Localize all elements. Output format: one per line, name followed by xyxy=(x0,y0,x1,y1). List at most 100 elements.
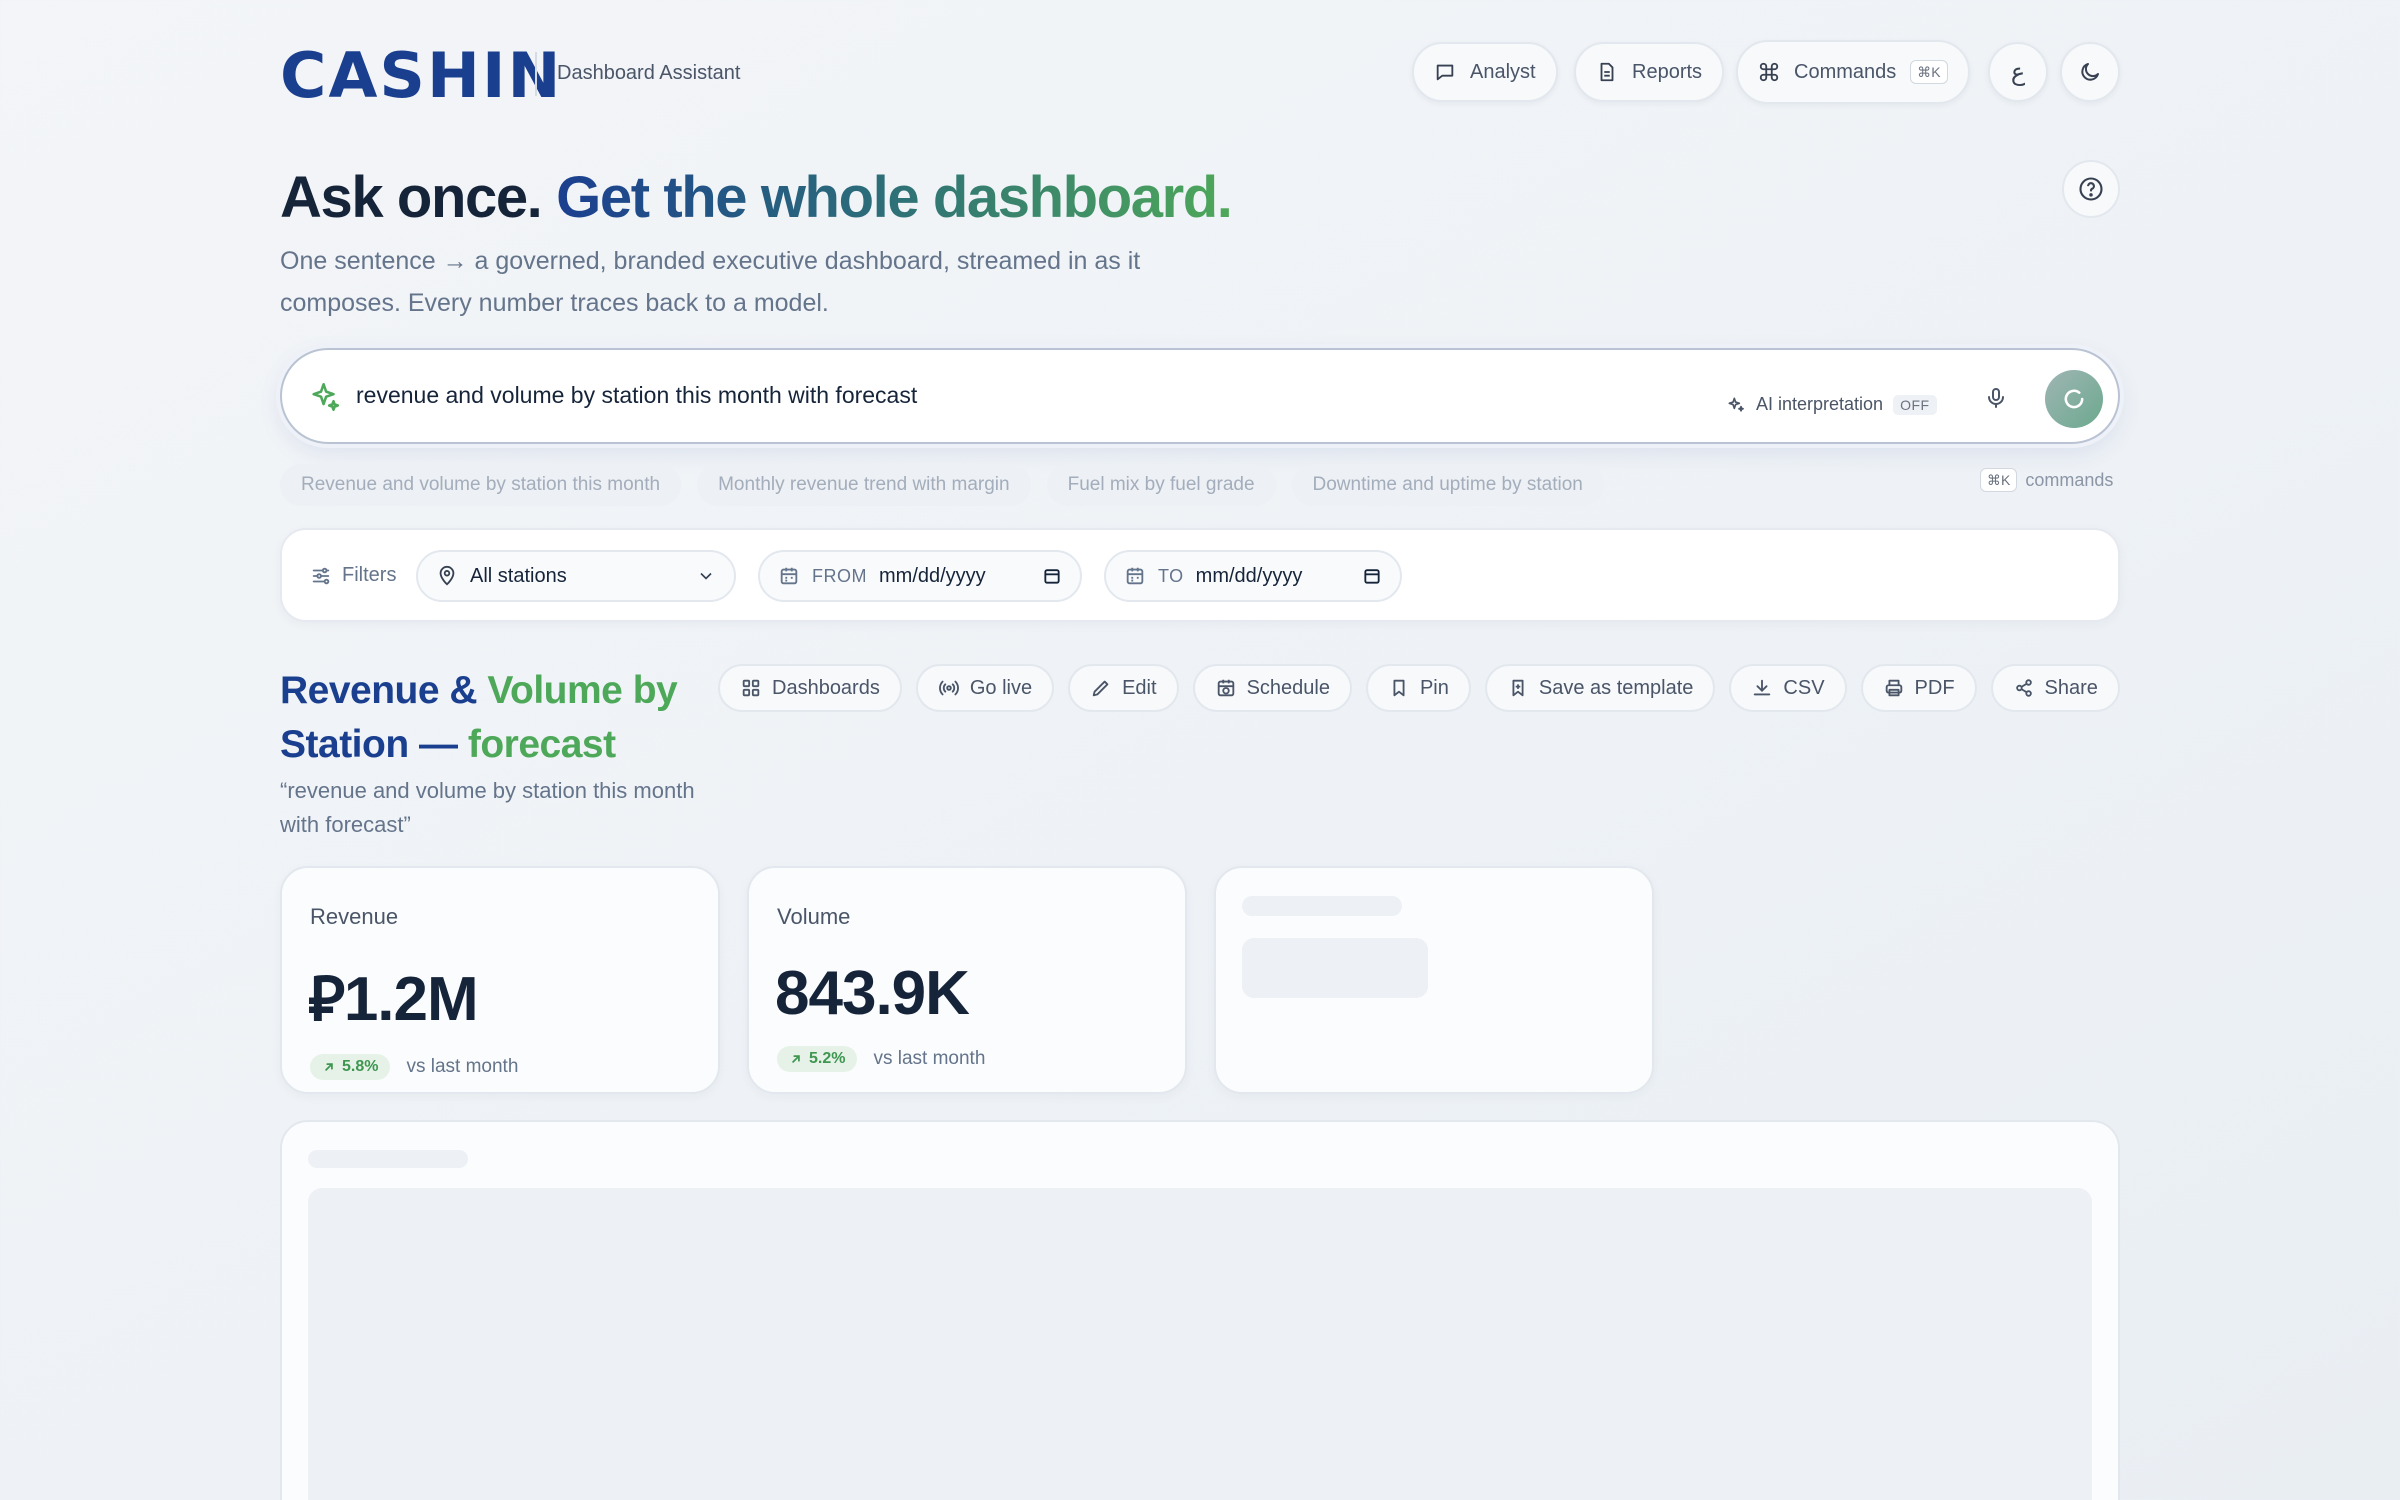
location-pin-icon xyxy=(436,565,458,587)
to-date-field[interactable]: TO mm/dd/yyyy xyxy=(1104,550,1402,602)
trend-compare: vs last month xyxy=(873,1048,986,1069)
trend-value: 5.2% xyxy=(809,1050,846,1067)
kpi-card-loading xyxy=(1214,866,1654,1094)
language-button[interactable]: ع xyxy=(1988,42,2048,102)
dashboard-query-quote: “revenue and volume by station this mont… xyxy=(280,778,695,837)
dashboard-title-a: Revenue & xyxy=(280,669,488,712)
logo-divider xyxy=(535,52,537,96)
pin-label: Pin xyxy=(1419,676,1449,699)
dashboard-actions: Dashboards Go live Edit Schedule Pin Sav… xyxy=(718,664,2120,712)
kpi-label: Volume xyxy=(777,904,851,929)
csv-label: CSV xyxy=(1783,676,1825,699)
csv-button[interactable]: CSV xyxy=(1729,664,1847,712)
dashboards-button[interactable]: Dashboards xyxy=(718,664,902,712)
chevron-down-icon xyxy=(696,566,716,586)
commands-hint-label: commands xyxy=(2025,469,2114,490)
kpi-trend: 5.8% vs last month xyxy=(310,1054,518,1080)
share-button[interactable]: Share xyxy=(1990,664,2120,712)
kpi-trend: 5.2% vs last month xyxy=(777,1046,985,1072)
submit-button[interactable] xyxy=(2045,370,2103,428)
dashboard-title-b: Volume by xyxy=(487,669,678,712)
analyst-button[interactable]: Analyst xyxy=(1412,42,1558,102)
kpi-value: ⃁1.2M xyxy=(308,965,479,1034)
station-select[interactable]: All stations xyxy=(416,550,736,602)
dashboard-title-d: forecast xyxy=(467,723,616,766)
theme-toggle[interactable] xyxy=(2060,42,2120,102)
calendar-icon xyxy=(1124,565,1146,587)
edit-button[interactable]: Edit xyxy=(1068,664,1179,712)
pdf-label: PDF xyxy=(1914,676,1955,699)
broadcast-icon xyxy=(938,677,960,699)
date-picker-icon[interactable] xyxy=(1042,566,1062,586)
chat-icon xyxy=(1434,61,1456,83)
edit-label: Edit xyxy=(1122,676,1157,699)
suggestion-chips: Revenue and volume by station this month… xyxy=(280,464,1604,506)
from-label: FROM xyxy=(812,565,867,586)
arrow-up-right-icon xyxy=(322,1060,336,1074)
calendar-clock-icon xyxy=(1215,677,1237,699)
filters-text: Filters xyxy=(342,564,397,586)
help-button[interactable] xyxy=(2062,160,2120,218)
go-live-label: Go live xyxy=(969,676,1033,699)
question-icon xyxy=(2077,175,2105,203)
share-icon xyxy=(2013,677,2035,699)
printer-icon xyxy=(1883,677,1905,699)
document-icon xyxy=(1596,61,1618,83)
commands-shortcut: ⌘K xyxy=(1910,60,1948,84)
kpi-card-revenue[interactable]: Revenue ⃁1.2M 5.8% vs last month xyxy=(280,866,720,1094)
ai-interpretation-toggle[interactable]: AI interpretation OFF xyxy=(1726,394,1937,415)
commands-hint: ⌘K commands xyxy=(1980,468,2113,492)
kpi-label: Revenue xyxy=(310,904,399,929)
save-template-button[interactable]: Save as template xyxy=(1484,664,1716,712)
ai-state-badge: OFF xyxy=(1893,394,1937,415)
suggestion-chip[interactable]: Revenue and volume by station this month xyxy=(280,464,682,506)
suggestion-chip[interactable]: Fuel mix by fuel grade xyxy=(1046,464,1276,506)
filter-bar: Filters All stations FROM mm/dd/yyyy TO … xyxy=(280,528,2120,622)
app: CASHIN Dashboard Assistant Analyst Repor… xyxy=(280,0,2120,1500)
chart-card-loading xyxy=(280,1120,2120,1500)
go-live-button[interactable]: Go live xyxy=(915,664,1055,712)
suggestion-chip[interactable]: Monthly revenue trend with margin xyxy=(697,464,1031,506)
pin-button[interactable]: Pin xyxy=(1365,664,1471,712)
arrow-up-right-icon xyxy=(789,1052,803,1066)
hero-title-part1: Ask once. xyxy=(280,165,543,230)
to-date-value: mm/dd/yyyy xyxy=(1195,564,1303,587)
reports-label: Reports xyxy=(1632,60,1703,83)
from-date-field[interactable]: FROM mm/dd/yyyy xyxy=(758,550,1082,602)
loading-spinner-icon xyxy=(2060,385,2088,413)
kpi-card-volume[interactable]: Volume 843.9K 5.2% vs last month xyxy=(747,866,1187,1094)
trend-badge: 5.8% xyxy=(310,1054,391,1080)
hero-title: Ask once. Get the whole dashboard. xyxy=(280,162,1233,234)
schedule-label: Schedule xyxy=(1246,676,1330,699)
language-glyph: ع xyxy=(2010,58,2026,86)
dashboard-title: Revenue & Volume by Station — forecast xyxy=(280,664,720,772)
commands-hint-shortcut: ⌘K xyxy=(1980,468,2018,492)
microphone-icon[interactable] xyxy=(1984,386,2008,410)
trend-badge: 5.2% xyxy=(777,1046,858,1072)
sliders-icon xyxy=(310,565,332,587)
date-picker-icon[interactable] xyxy=(1362,566,1382,586)
suggestion-chip[interactable]: Downtime and uptime by station xyxy=(1291,464,1604,506)
commands-button[interactable]: Commands ⌘K xyxy=(1736,40,1970,104)
command-icon xyxy=(1758,61,1780,83)
pdf-button[interactable]: PDF xyxy=(1860,664,1977,712)
sparkle-small-icon xyxy=(1726,395,1746,415)
commands-label: Commands xyxy=(1794,60,1897,83)
filters-label: Filters xyxy=(310,564,396,587)
reports-button[interactable]: Reports xyxy=(1574,42,1725,102)
sparkle-icon xyxy=(308,380,342,414)
logo[interactable]: CASHIN xyxy=(280,45,563,107)
save-template-label: Save as template xyxy=(1538,676,1694,699)
schedule-button[interactable]: Schedule xyxy=(1192,664,1352,712)
top-header: CASHIN Dashboard Assistant Analyst Repor… xyxy=(280,40,2120,107)
share-label: Share xyxy=(2044,676,2098,699)
from-date-value: mm/dd/yyyy xyxy=(879,564,986,587)
grid-icon xyxy=(740,677,762,699)
download-icon xyxy=(1751,677,1773,699)
analyst-label: Analyst xyxy=(1470,60,1536,83)
prompt-input[interactable]: revenue and volume by station this month… xyxy=(356,382,917,409)
skeleton-value xyxy=(1242,938,1428,998)
prompt-bar[interactable]: revenue and volume by station this month… xyxy=(280,348,2120,444)
skeleton-chart-title xyxy=(308,1150,468,1168)
skeleton-label xyxy=(1242,896,1402,916)
